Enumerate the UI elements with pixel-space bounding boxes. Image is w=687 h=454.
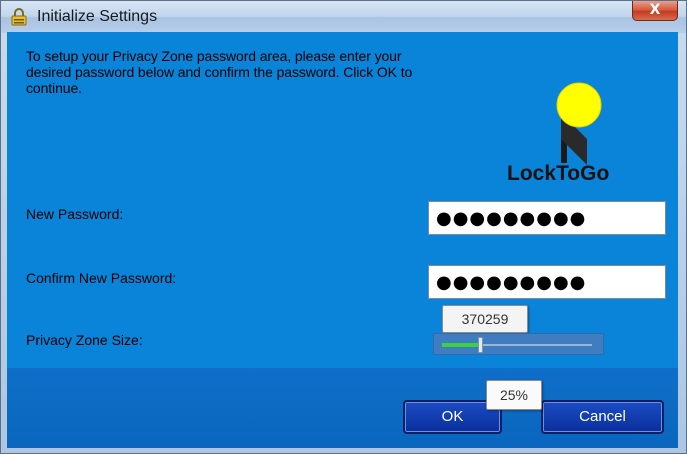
zone-size-label: Privacy Zone Size: (26, 332, 143, 348)
close-button[interactable]: X (632, 1, 678, 21)
zone-size-value-tooltip: 370259 (442, 305, 528, 333)
cancel-button[interactable]: Cancel (541, 400, 664, 434)
confirm-password-label: Confirm New Password: (26, 270, 177, 286)
zone-size-percent-tooltip: 25% (486, 380, 542, 410)
window-title: Initialize Settings (37, 8, 158, 25)
zone-size-slider[interactable] (433, 333, 604, 355)
intro-text: To setup your Privacy Zone password area… (26, 48, 413, 96)
confirm-password-input[interactable]: ●●●●●●●●● (428, 265, 666, 299)
slider-thumb[interactable] (478, 337, 483, 353)
title-bar[interactable]: Initialize Settings X (1, 1, 686, 33)
brand-logo-text: LockToGo (507, 162, 610, 185)
slider-fill (442, 343, 480, 347)
new-password-input[interactable]: ●●●●●●●●● (428, 201, 666, 235)
close-icon: X (649, 2, 661, 18)
new-password-label: New Password: (26, 206, 124, 222)
lock-icon (11, 8, 27, 26)
